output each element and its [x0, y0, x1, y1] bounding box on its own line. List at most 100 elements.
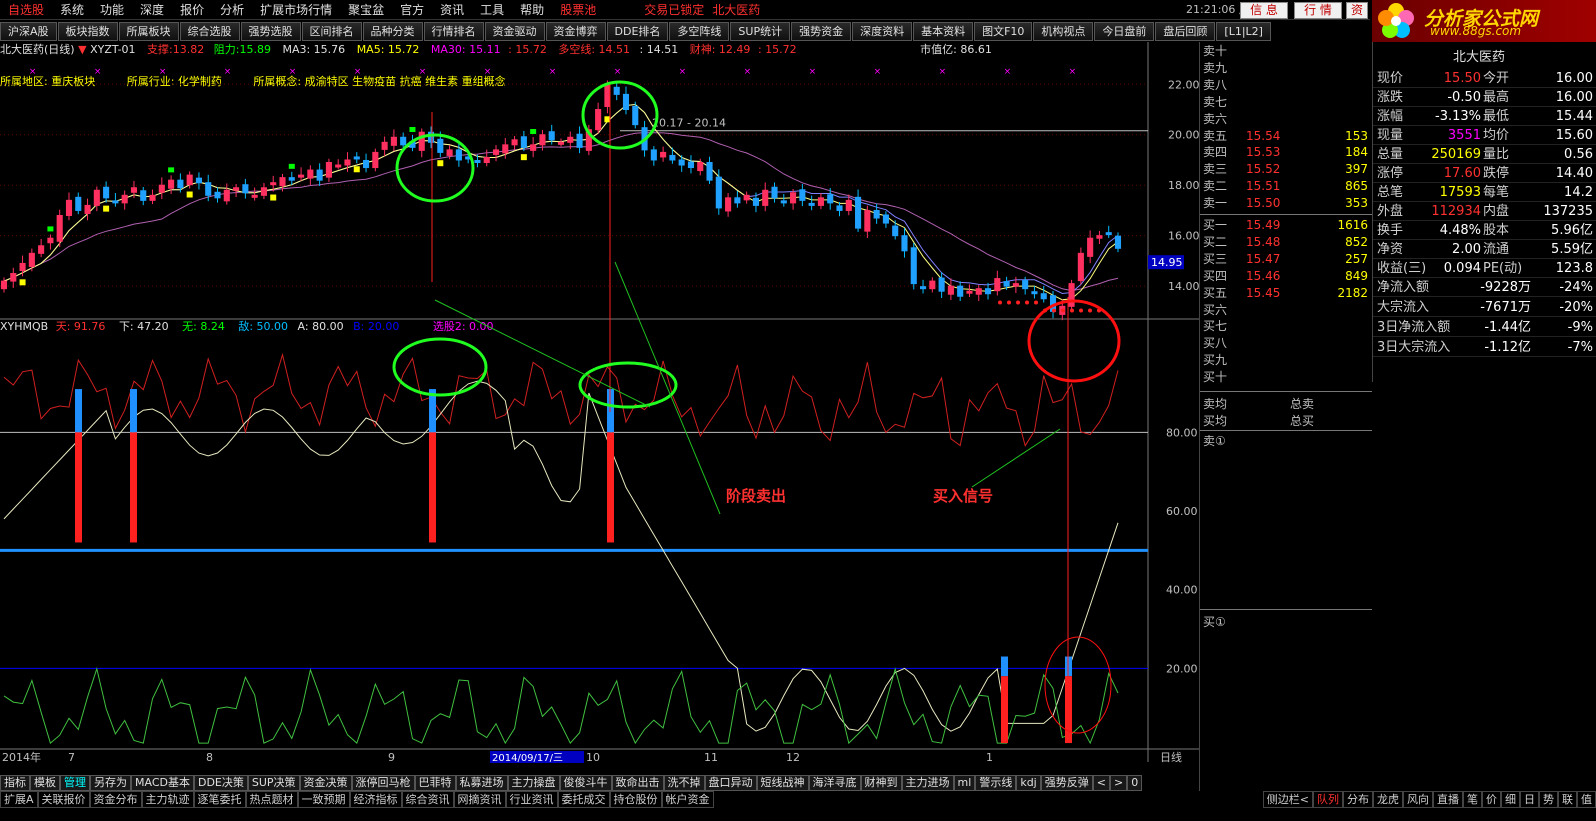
- indicator-tab-11[interactable]: 主力操盘: [507, 775, 560, 791]
- tab-20[interactable]: 盘后回顾: [1155, 22, 1216, 41]
- function-tab-24[interactable]: 势: [1539, 791, 1558, 808]
- menu-item-help[interactable]: 帮助: [520, 1, 544, 18]
- tab-9[interactable]: 资金驱动: [484, 22, 545, 41]
- tab-7[interactable]: 品种分类: [362, 22, 423, 41]
- indicator-tab-6[interactable]: SUP决策: [247, 775, 300, 791]
- function-tab-18[interactable]: 风向: [1403, 791, 1433, 808]
- tab-16[interactable]: 基本资料: [913, 22, 974, 41]
- indicator-tab-10[interactable]: 私募进场: [455, 775, 508, 791]
- indicator-tab-7[interactable]: 资金决策: [299, 775, 352, 791]
- indicator-tab-14[interactable]: 洗不掉: [663, 775, 705, 791]
- function-tab-21[interactable]: 价: [1482, 791, 1501, 808]
- menu-item-official[interactable]: 官方: [400, 1, 424, 18]
- indicator-tab-5[interactable]: DDE决策: [193, 775, 248, 791]
- tab-18[interactable]: 机构视点: [1033, 22, 1094, 41]
- indicator-tab-9[interactable]: 巴菲特: [414, 775, 456, 791]
- menu-item-tools[interactable]: 工具: [480, 1, 504, 18]
- function-tab-2[interactable]: 资金分布: [89, 791, 142, 808]
- tab-4[interactable]: 综合选股: [179, 22, 240, 41]
- indicator-tab-19[interactable]: 主力进场: [901, 775, 954, 791]
- tab-10[interactable]: 资金博弈: [545, 22, 606, 41]
- tab-8[interactable]: 行情排名: [423, 22, 484, 41]
- function-tab-1[interactable]: 关联报价: [37, 791, 90, 808]
- menu-item-depth[interactable]: 深度: [140, 1, 164, 18]
- indicator-tab-16[interactable]: 短线战神: [756, 775, 809, 791]
- function-tab-3[interactable]: 主力轨迹: [141, 791, 194, 808]
- function-tab-10[interactable]: 行业资讯: [505, 791, 558, 808]
- indicator-tab-25[interactable]: >: [1109, 775, 1128, 791]
- indicator-tab-12[interactable]: 俊俊斗牛: [559, 775, 612, 791]
- bid-label: 买六: [1203, 302, 1228, 317]
- indicator-tab-23[interactable]: 强势反弹: [1040, 775, 1093, 791]
- candle: [548, 131, 555, 141]
- function-tab-23[interactable]: 日: [1520, 791, 1539, 808]
- function-tab-8[interactable]: 综合资讯: [401, 791, 454, 808]
- menu-item-jubaopen[interactable]: 聚宝盆: [348, 1, 384, 18]
- quote-value: 17593: [1439, 185, 1481, 200]
- green-marker: [47, 226, 54, 232]
- indicator-tab-20[interactable]: ml: [953, 775, 976, 791]
- indicator-tab-15[interactable]: 盘口异动: [704, 775, 757, 791]
- menu-zixuan[interactable]: 自选股: [8, 1, 44, 18]
- tab-11[interactable]: DDE排名: [606, 22, 669, 41]
- menu-item-quote[interactable]: 报价: [180, 1, 204, 18]
- function-tab-15[interactable]: 队列: [1313, 791, 1343, 808]
- quote-button[interactable]: 行 情: [1294, 2, 1342, 19]
- menu-item-news[interactable]: 资讯: [440, 1, 464, 18]
- tab-19[interactable]: 今日盘前: [1094, 22, 1155, 41]
- indicator-tab-13[interactable]: 致命出击: [611, 775, 664, 791]
- function-tab-25[interactable]: 联: [1558, 791, 1577, 808]
- info-button[interactable]: 信 息: [1240, 2, 1288, 19]
- function-tab-9[interactable]: 网摘资讯: [453, 791, 506, 808]
- indicator-tab-18[interactable]: 财神到: [860, 775, 902, 791]
- pink-x-marker: ×: [1004, 67, 1012, 77]
- function-tab-16[interactable]: 分布: [1343, 791, 1373, 808]
- indicator-tab-0[interactable]: 指标: [0, 775, 30, 791]
- tab-14[interactable]: 强势资金: [791, 22, 852, 41]
- indicator-tab-24[interactable]: <: [1092, 775, 1110, 791]
- function-tab-0[interactable]: 扩展A: [0, 791, 38, 808]
- indicator-tab-3[interactable]: 另存为: [90, 775, 131, 791]
- function-tab-17[interactable]: 龙虎: [1373, 791, 1403, 808]
- indicator-tab-21[interactable]: 警示线: [975, 775, 1017, 791]
- tab-2[interactable]: 板块指数: [57, 22, 118, 41]
- tab-13[interactable]: SUP统计: [730, 22, 791, 41]
- menu-item-stockpool[interactable]: 股票池: [560, 1, 596, 18]
- menu-item-function[interactable]: 功能: [100, 1, 124, 18]
- function-tab-14[interactable]: 侧边栏<: [1262, 791, 1313, 808]
- function-tab-5[interactable]: 热点题材: [245, 791, 298, 808]
- tab-17[interactable]: 图文F10: [974, 22, 1033, 41]
- bid-row: 买二 15.48 852: [1200, 234, 1372, 251]
- indicator-tab-26[interactable]: 0: [1127, 775, 1143, 791]
- function-tab-12[interactable]: 持仓股份: [609, 791, 662, 808]
- candle: [650, 149, 657, 161]
- function-tab-19[interactable]: 直播: [1433, 791, 1463, 808]
- function-tab-13[interactable]: 帐户资金: [661, 791, 714, 808]
- indicator-tab-22[interactable]: kdj: [1016, 775, 1041, 791]
- quote-value: 15.44: [1555, 109, 1593, 124]
- indicator-tab-1[interactable]: 模板: [30, 775, 60, 791]
- indicator-tab-2[interactable]: 管理: [60, 775, 90, 791]
- indicator-tab-4[interactable]: MACD基本: [131, 775, 194, 791]
- tab-5[interactable]: 强势选股: [240, 22, 301, 41]
- tab-12[interactable]: 多空阵线: [669, 22, 730, 41]
- price-chart[interactable]: 14.00 16.00 18.00 20.00 22.00 20.17 - 20.14 × ×…: [0, 42, 1199, 775]
- function-tab-4[interactable]: 逐笔委托: [193, 791, 246, 808]
- function-tab-20[interactable]: 笔: [1463, 791, 1482, 808]
- menu-item-ext-market[interactable]: 扩展市场行情: [260, 1, 332, 18]
- function-tab-11[interactable]: 委托成交: [557, 791, 610, 808]
- tab-15[interactable]: 深度资料: [852, 22, 913, 41]
- tab-1[interactable]: 沪深A股: [0, 22, 57, 41]
- function-tab-6[interactable]: 一致预期: [297, 791, 350, 808]
- menu-item-system[interactable]: 系统: [60, 1, 84, 18]
- menu-item-analysis[interactable]: 分析: [220, 1, 244, 18]
- tab-21[interactable]: [L1|L2]: [1216, 22, 1271, 41]
- function-tab-22[interactable]: 细: [1501, 791, 1520, 808]
- tab-6[interactable]: 区间排名: [301, 22, 362, 41]
- tab-3[interactable]: 所属板块: [118, 22, 179, 41]
- function-tab-7[interactable]: 经济指标: [349, 791, 402, 808]
- indicator-tab-8[interactable]: 涨停回马枪: [351, 775, 415, 791]
- zi-button[interactable]: 资: [1346, 2, 1368, 19]
- indicator-tab-17[interactable]: 海洋寻底: [808, 775, 861, 791]
- function-tab-26[interactable]: 值: [1577, 791, 1596, 808]
